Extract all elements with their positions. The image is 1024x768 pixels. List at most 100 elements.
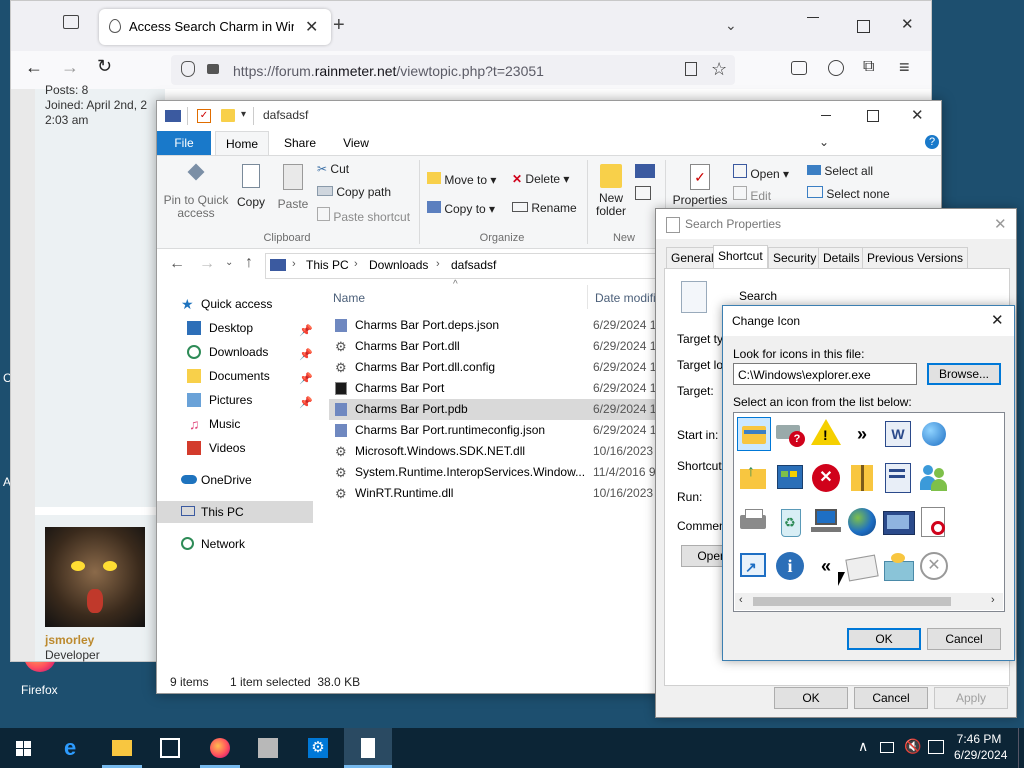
- extensions-icon[interactable]: ⧉: [863, 58, 874, 76]
- shield-icon[interactable]: [181, 61, 195, 77]
- shortcut-window-icon[interactable]: ↗: [737, 549, 771, 583]
- paste-button[interactable]: Paste: [273, 164, 313, 211]
- breadcrumb-downloads[interactable]: Downloads: [369, 258, 428, 272]
- minimize-icon[interactable]: [821, 115, 831, 116]
- list-tabs-chevron-icon[interactable]: ⌄: [725, 17, 737, 34]
- cancel-button[interactable]: Cancel: [927, 628, 1001, 650]
- volume-muted-icon[interactable]: 🔇: [904, 738, 921, 755]
- nav-downloads[interactable]: Downloads 📌: [157, 341, 313, 363]
- maximize-icon[interactable]: [857, 20, 870, 33]
- new-folder-qat-icon[interactable]: [221, 109, 235, 122]
- properties-button[interactable]: ✓ Properties: [669, 164, 731, 207]
- notifications-icon[interactable]: [928, 740, 944, 754]
- new-item-icon[interactable]: [635, 164, 655, 178]
- warning-icon[interactable]: !: [809, 417, 843, 451]
- nav-this-pc[interactable]: This PC: [157, 501, 313, 523]
- folder-up-icon[interactable]: ↑: [737, 461, 771, 495]
- pin-to-quick-access-button[interactable]: Pin to Quick access: [161, 163, 231, 220]
- tab-share[interactable]: Share: [273, 131, 327, 155]
- reload-icon[interactable]: ↻: [97, 56, 112, 77]
- back-arrow-icon[interactable]: ←: [25, 57, 43, 78]
- nav-onedrive[interactable]: OneDrive: [157, 469, 313, 491]
- ok-button[interactable]: OK: [774, 687, 848, 709]
- close-icon[interactable]: ✕: [991, 311, 1004, 329]
- delete-button[interactable]: ✕ Delete ▾: [512, 172, 569, 186]
- new-tab-icon[interactable]: +: [333, 15, 345, 35]
- printer-help-icon[interactable]: ?: [773, 417, 807, 451]
- select-all-button[interactable]: Select all: [807, 164, 873, 178]
- pin-icon[interactable]: 📌: [299, 392, 313, 414]
- tab-file[interactable]: File: [157, 131, 211, 155]
- copy-path-button[interactable]: Copy path: [317, 185, 391, 199]
- tab-general[interactable]: General: [666, 247, 719, 268]
- pin-icon[interactable]: 📌: [299, 320, 313, 342]
- network-folder-icon[interactable]: [881, 549, 915, 583]
- pin-icon[interactable]: 📌: [299, 368, 313, 390]
- copy-to-button[interactable]: Copy to ▾: [427, 201, 495, 216]
- browser-tab[interactable]: Access Search Charm in Windo ✕: [99, 9, 331, 45]
- taskbar-properties-window[interactable]: [344, 728, 392, 768]
- icon-file-path-input[interactable]: C:\Windows\explorer.exe: [733, 363, 917, 385]
- globe-icon[interactable]: [845, 505, 879, 539]
- column-header-date[interactable]: Date modifi: [595, 291, 656, 305]
- forward-arrow-icon[interactable]: →: [61, 57, 79, 78]
- lock-icon[interactable]: [207, 64, 219, 74]
- nav-desktop[interactable]: Desktop 📌: [157, 317, 313, 339]
- clock[interactable]: 7:46 PM 6/29/2024: [954, 731, 1007, 763]
- tab-security[interactable]: Security: [768, 247, 822, 268]
- ok-button[interactable]: OK: [847, 628, 921, 650]
- collapse-ribbon-icon[interactable]: ⌄: [819, 135, 829, 149]
- tab-previous-versions[interactable]: Previous Versions: [862, 247, 969, 268]
- no-access-document-icon[interactable]: [917, 505, 951, 539]
- monitor-server-icon[interactable]: [881, 461, 915, 495]
- menu-hamburger-icon[interactable]: ≡: [899, 57, 910, 78]
- internet-globe-icon[interactable]: [917, 417, 951, 451]
- tab-details[interactable]: Details: [818, 247, 865, 268]
- icon-list-scrollbar[interactable]: ‹ ›: [735, 593, 1003, 610]
- customize-qat-icon[interactable]: ▾: [241, 109, 246, 120]
- taskbar-firefox[interactable]: [196, 728, 244, 768]
- taskbar-store[interactable]: [146, 728, 194, 768]
- network-tray-icon[interactable]: [880, 742, 894, 753]
- tab-home[interactable]: Home: [215, 131, 269, 155]
- laptop-icon[interactable]: [809, 505, 843, 539]
- error-x-icon[interactable]: ✕: [809, 461, 843, 495]
- show-desktop-button[interactable]: [1018, 728, 1019, 768]
- nav-music[interactable]: ♫ Music: [157, 413, 313, 435]
- cancel-button[interactable]: Cancel: [854, 687, 928, 709]
- close-window-icon[interactable]: ✕: [911, 106, 924, 124]
- show-hidden-icons-chevron-icon[interactable]: ∧: [858, 738, 868, 755]
- account-icon[interactable]: [828, 60, 844, 76]
- document-w-icon[interactable]: W: [881, 417, 915, 451]
- close-tab-icon[interactable]: ✕: [305, 17, 318, 37]
- close-circle-icon[interactable]: ✕: [917, 549, 951, 583]
- network-window-icon[interactable]: [881, 505, 915, 539]
- properties-qat-icon[interactable]: ✓: [197, 109, 211, 123]
- minimize-icon[interactable]: [807, 17, 819, 18]
- nav-documents[interactable]: Documents 📌: [157, 365, 313, 387]
- scroll-right-icon[interactable]: ›: [991, 594, 995, 606]
- folder-zipper-icon[interactable]: [845, 461, 879, 495]
- close-icon[interactable]: ✕: [994, 215, 1007, 233]
- reader-view-icon[interactable]: [685, 62, 697, 76]
- url-bar[interactable]: https://forum.rainmeter.net/viewtopic.ph…: [171, 55, 735, 85]
- copy-button[interactable]: Copy: [233, 164, 269, 209]
- explorer-folder-icon[interactable]: [737, 417, 771, 451]
- windows-computer-icon[interactable]: [773, 461, 807, 495]
- move-to-button[interactable]: Move to ▾: [427, 172, 496, 187]
- envelope-icon[interactable]: [845, 549, 879, 583]
- close-window-icon[interactable]: ✕: [901, 15, 914, 33]
- taskbar-edge[interactable]: e: [50, 728, 98, 768]
- printer-icon[interactable]: [737, 505, 771, 539]
- paste-shortcut-button[interactable]: Paste shortcut: [317, 207, 410, 224]
- tab-view[interactable]: View: [329, 131, 383, 155]
- taskbar-settings[interactable]: ⚙: [294, 728, 342, 768]
- column-header-name[interactable]: Name: [333, 291, 365, 305]
- recycle-bin-icon[interactable]: ♻: [773, 505, 807, 539]
- up-arrow-icon[interactable]: ↑: [245, 254, 253, 272]
- select-none-button[interactable]: Select none: [807, 186, 890, 201]
- breadcrumb-this-pc[interactable]: This PC: [306, 258, 349, 272]
- back-arrow-icon[interactable]: ←: [169, 255, 185, 273]
- nav-quick-access[interactable]: ★ Quick access: [157, 293, 313, 315]
- recent-locations-icon[interactable]: ⌄: [225, 257, 233, 268]
